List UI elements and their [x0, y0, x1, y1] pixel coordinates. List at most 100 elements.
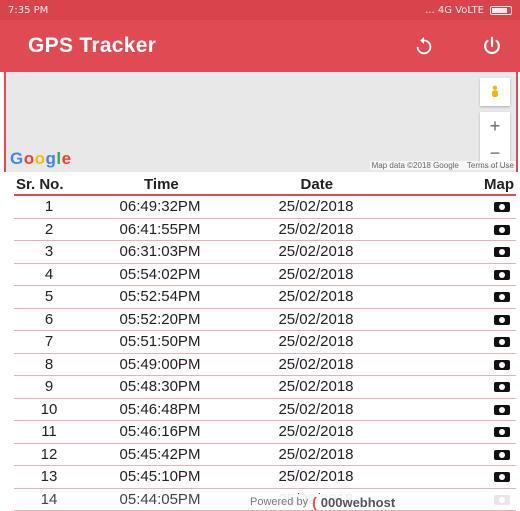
- zoom-in-button[interactable]: +: [490, 117, 501, 135]
- cell-date: 25/02/2018: [236, 243, 396, 260]
- cell-time: 05:48:30PM: [84, 378, 236, 395]
- cell-sr-no: 1: [14, 198, 84, 215]
- cell-time: 05:49:00PM: [84, 356, 236, 373]
- cell-map: [396, 333, 516, 350]
- cell-sr-no: 11: [14, 423, 84, 440]
- map-view[interactable]: + − Google Map data ©2018 Google Terms o…: [4, 72, 518, 172]
- cell-map: [396, 243, 516, 260]
- cell-date: 25/02/2018: [236, 311, 396, 328]
- cell-map: [396, 288, 516, 305]
- table-row: 905:48:30PM25/02/2018: [14, 376, 516, 399]
- cell-map: [396, 198, 516, 215]
- app-bar: GPS Tracker: [0, 20, 520, 72]
- map-data-text: Map data ©2018 Google: [372, 161, 459, 170]
- table-row: 1305:45:10PM25/02/2018: [14, 466, 516, 489]
- table-row: 705:51:50PM25/02/2018: [14, 331, 516, 354]
- map-pin-icon[interactable]: [494, 270, 510, 280]
- header-sr-no: Sr. No.: [14, 176, 86, 193]
- cell-date: 25/02/2018: [236, 266, 396, 283]
- cell-time: 06:41:55PM: [84, 221, 236, 238]
- map-pin-icon[interactable]: [494, 427, 510, 437]
- cell-map: [396, 468, 516, 485]
- map-pin-icon[interactable]: [494, 382, 510, 392]
- cell-map: [396, 423, 516, 440]
- network-status: ... 4G VoLTE: [425, 5, 484, 16]
- refresh-button[interactable]: [404, 26, 444, 66]
- webhost-brand: 000webhost: [321, 495, 395, 510]
- cell-date: 25/02/2018: [236, 333, 396, 350]
- cell-map: [396, 401, 516, 418]
- cell-time: 05:45:10PM: [84, 468, 236, 485]
- zoom-controls: + −: [480, 112, 510, 166]
- cell-date: 25/02/2018: [236, 356, 396, 373]
- cell-sr-no: 7: [14, 333, 84, 350]
- table-row: 1005:46:48PM25/02/2018: [14, 399, 516, 422]
- cell-time: 06:31:03PM: [84, 243, 236, 260]
- cell-sr-no: 13: [14, 468, 84, 485]
- header-date: Date: [237, 176, 396, 193]
- cell-time: 05:44:05PM: [84, 491, 236, 508]
- cell-map: [396, 446, 516, 463]
- map-attribution: Map data ©2018 Google Terms of Use: [370, 161, 516, 170]
- map-pin-icon[interactable]: [494, 247, 510, 257]
- cell-date: 25/02/2018: [236, 378, 396, 395]
- location-table: Sr. No. Time Date Map 106:49:32PM25/02/2…: [14, 174, 516, 511]
- powered-by-text: Powered by: [250, 496, 308, 508]
- map-pin-icon[interactable]: [494, 225, 510, 235]
- map-pin-icon[interactable]: [494, 360, 510, 370]
- map-pin-icon[interactable]: [494, 472, 510, 482]
- cell-sr-no: 4: [14, 266, 84, 283]
- header-time: Time: [86, 176, 237, 193]
- map-pin-icon[interactable]: [494, 292, 510, 302]
- table-body: 106:49:32PM25/02/2018206:41:55PM25/02/20…: [14, 196, 516, 511]
- map-pin-icon[interactable]: [494, 337, 510, 347]
- cell-sr-no: 2: [14, 221, 84, 238]
- table-row: 405:54:02PM25/02/2018: [14, 264, 516, 287]
- cell-map: [396, 356, 516, 373]
- header-map: Map: [396, 176, 516, 193]
- cell-time: 05:51:50PM: [84, 333, 236, 350]
- cell-sr-no: 8: [14, 356, 84, 373]
- cell-date: 25/02/2018: [236, 468, 396, 485]
- cell-time: 06:49:32PM: [84, 198, 236, 215]
- table-row: 505:52:54PM25/02/2018: [14, 286, 516, 309]
- cell-map: [396, 221, 516, 238]
- cell-time: 05:46:48PM: [84, 401, 236, 418]
- cell-sr-no: 6: [14, 311, 84, 328]
- powered-by-banner[interactable]: Powered by ( 000webhost: [250, 494, 520, 510]
- refresh-icon: [413, 35, 435, 57]
- table-row: 106:49:32PM25/02/2018: [14, 196, 516, 219]
- cell-map: [396, 311, 516, 328]
- battery-icon: [490, 6, 512, 15]
- status-indicators: ... 4G VoLTE: [425, 5, 512, 16]
- table-row: 1205:45:42PM25/02/2018: [14, 444, 516, 467]
- terms-of-use-link[interactable]: Terms of Use: [467, 161, 514, 170]
- cell-map: [396, 266, 516, 283]
- map-pin-icon[interactable]: [494, 202, 510, 212]
- street-view-button[interactable]: [480, 78, 510, 106]
- cell-time: 05:54:02PM: [84, 266, 236, 283]
- logout-button[interactable]: [472, 26, 512, 66]
- cell-date: 25/02/2018: [236, 288, 396, 305]
- power-icon: [481, 35, 503, 57]
- status-time: 7:35 PM: [8, 5, 48, 16]
- map-pin-icon[interactable]: [494, 450, 510, 460]
- cell-sr-no: 3: [14, 243, 84, 260]
- cell-time: 05:52:54PM: [84, 288, 236, 305]
- cell-date: 25/02/2018: [236, 446, 396, 463]
- table-row: 605:52:20PM25/02/2018: [14, 309, 516, 332]
- app-title: GPS Tracker: [28, 34, 404, 58]
- status-bar: 7:35 PM ... 4G VoLTE: [0, 0, 520, 20]
- cell-sr-no: 12: [14, 446, 84, 463]
- webhost-logo-icon: (: [312, 494, 317, 510]
- map-pin-icon[interactable]: [494, 405, 510, 415]
- zoom-out-button[interactable]: −: [490, 144, 501, 162]
- cell-time: 05:52:20PM: [84, 311, 236, 328]
- table-row: 805:49:00PM25/02/2018: [14, 354, 516, 377]
- map-pin-icon[interactable]: [494, 315, 510, 325]
- cell-map: [396, 378, 516, 395]
- cell-date: 25/02/2018: [236, 423, 396, 440]
- table-row: 206:41:55PM25/02/2018: [14, 219, 516, 242]
- cell-date: 25/02/2018: [236, 221, 396, 238]
- cell-sr-no: 5: [14, 288, 84, 305]
